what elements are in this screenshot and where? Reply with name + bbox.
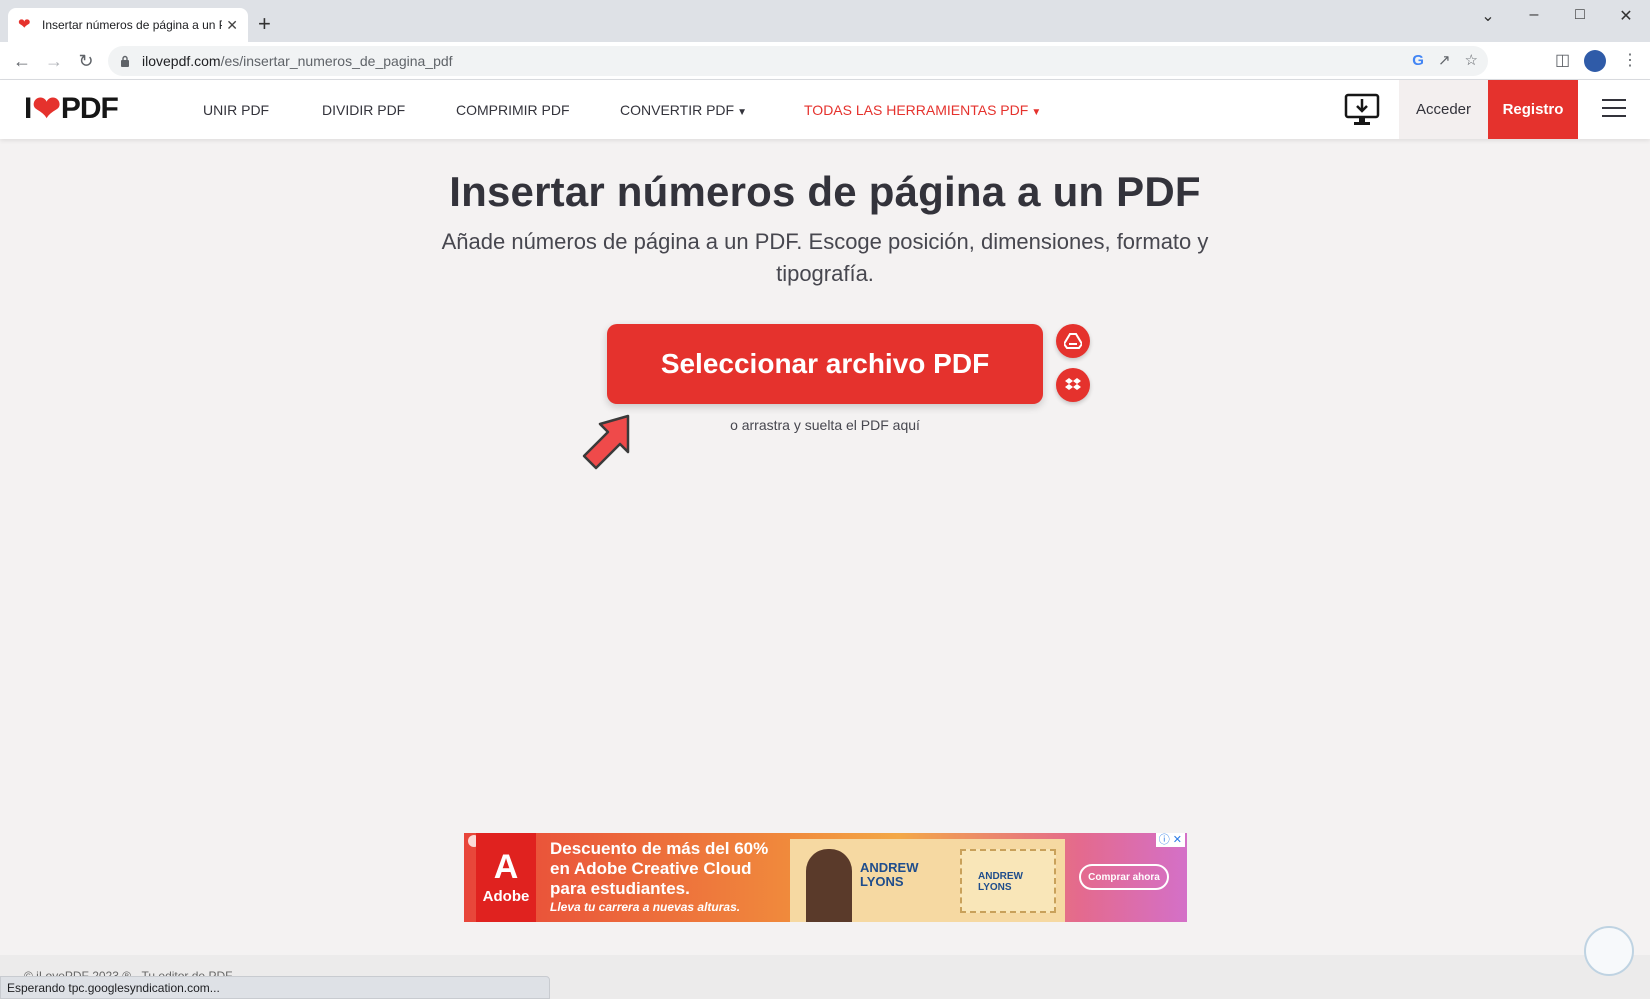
back-icon[interactable]: ← <box>11 50 33 72</box>
site-header: I ❤ PDF UNIR PDF DIVIDIR PDF COMPRIMIR P… <box>0 80 1650 139</box>
pointer-arrow-icon <box>582 414 630 470</box>
logo-text: PDF <box>60 92 119 125</box>
drag-drop-hint: o arrastra y suelta el PDF aquí <box>730 417 920 433</box>
hamburger-menu-icon[interactable] <box>1602 99 1626 119</box>
new-tab-button[interactable]: + <box>258 12 271 36</box>
desktop-download-icon[interactable] <box>1344 91 1380 127</box>
ad-card-small-text: ANDREW LYONS <box>978 871 1023 893</box>
close-window-icon[interactable]: ✕ <box>1614 6 1638 26</box>
logo-letter: I <box>24 92 32 125</box>
adobe-brand: Adobe <box>482 888 530 905</box>
caret-down-icon: ▼ <box>1031 107 1042 118</box>
minimize-icon[interactable]: – <box>1522 6 1546 24</box>
dropbox-button[interactable] <box>1056 368 1090 402</box>
google-icon[interactable]: G <box>1412 51 1424 71</box>
browser-tab[interactable]: ❤ Insertar números de página a un PDF ✕ <box>8 8 248 42</box>
browser-toolbar: ← → ↻ ilovepdf.com/es/insertar_numeros_d… <box>0 42 1650 80</box>
help-bubble-icon[interactable] <box>1584 926 1634 976</box>
nav-dividir-pdf[interactable]: DIVIDIR PDF <box>322 102 405 118</box>
page-subtitle: Añade números de página a un PDF. Escoge… <box>441 229 1209 286</box>
chrome-menu-icon[interactable]: ⋮ <box>1622 50 1638 72</box>
ad-tagline: Lleva tu carrera a nuevas alturas. <box>550 900 741 914</box>
browser-tab-bar: ❤ Insertar números de página a un PDF ✕ … <box>0 0 1650 42</box>
adobe-logo: A Adobe <box>476 833 536 922</box>
forward-icon[interactable]: → <box>43 50 65 72</box>
ad-buy-button[interactable]: Comprar ahora <box>1079 864 1169 890</box>
address-bar[interactable]: ilovepdf.com/es/insertar_numeros_de_pagi… <box>108 46 1488 76</box>
ad-image: ANDREW LYONS ANDREW LYONS <box>790 839 1065 922</box>
select-pdf-button[interactable]: Seleccionar archivo PDF <box>607 324 1043 404</box>
reload-icon[interactable]: ↻ <box>75 50 97 72</box>
ilovepdf-logo[interactable]: I ❤ PDF <box>24 90 119 128</box>
nav-todas-herramientas[interactable]: TODAS LAS HERRAMIENTAS PDF ▼ <box>804 102 1041 118</box>
nav-unir-pdf[interactable]: UNIR PDF <box>203 102 269 118</box>
login-button[interactable]: Acceder <box>1399 80 1488 139</box>
tab-search-icon[interactable]: ⌄ <box>1476 6 1500 26</box>
tab-title: Insertar números de página a un PDF <box>42 18 222 32</box>
ad-banner[interactable]: A Adobe Descuento de más del 60% en Adob… <box>464 833 1187 922</box>
bookmark-star-icon[interactable]: ☆ <box>1465 51 1478 71</box>
google-drive-button[interactable] <box>1056 324 1090 358</box>
browser-status-bar: Esperando tpc.googlesyndication.com... <box>0 976 550 999</box>
page-title: Insertar números de página a un PDF <box>449 168 1201 215</box>
profile-avatar[interactable] <box>1584 50 1606 72</box>
google-drive-icon <box>1064 333 1082 349</box>
ad-card-text: ANDREW LYONS <box>860 860 919 889</box>
ad-headline: Descuento de más del 60% en Adobe Creati… <box>550 839 769 898</box>
tab-close-icon[interactable]: ✕ <box>226 17 238 34</box>
ad-card-design: ANDREW LYONS <box>960 849 1056 913</box>
heart-favicon-icon: ❤ <box>18 16 31 33</box>
caret-down-icon: ▼ <box>737 107 747 118</box>
dropbox-icon <box>1065 378 1081 390</box>
share-icon[interactable]: ↗ <box>1438 51 1451 71</box>
nav-convertir-pdf[interactable]: CONVERTIR PDF ▼ <box>620 102 747 118</box>
ad-person-image <box>806 849 852 922</box>
adobe-a-icon: A <box>493 848 519 886</box>
heart-logo-icon: ❤ <box>32 90 60 128</box>
side-panel-icon[interactable]: ◫ <box>1555 50 1570 72</box>
url-text: ilovepdf.com/es/insertar_numeros_de_pagi… <box>142 53 453 69</box>
maximize-icon[interactable]: □ <box>1568 6 1592 24</box>
ad-close-icon[interactable]: ⓘ ✕ <box>1155 833 1185 847</box>
nav-comprimir-pdf[interactable]: COMPRIMIR PDF <box>456 102 570 118</box>
lock-icon <box>121 55 129 67</box>
signup-button[interactable]: Registro <box>1488 80 1578 139</box>
